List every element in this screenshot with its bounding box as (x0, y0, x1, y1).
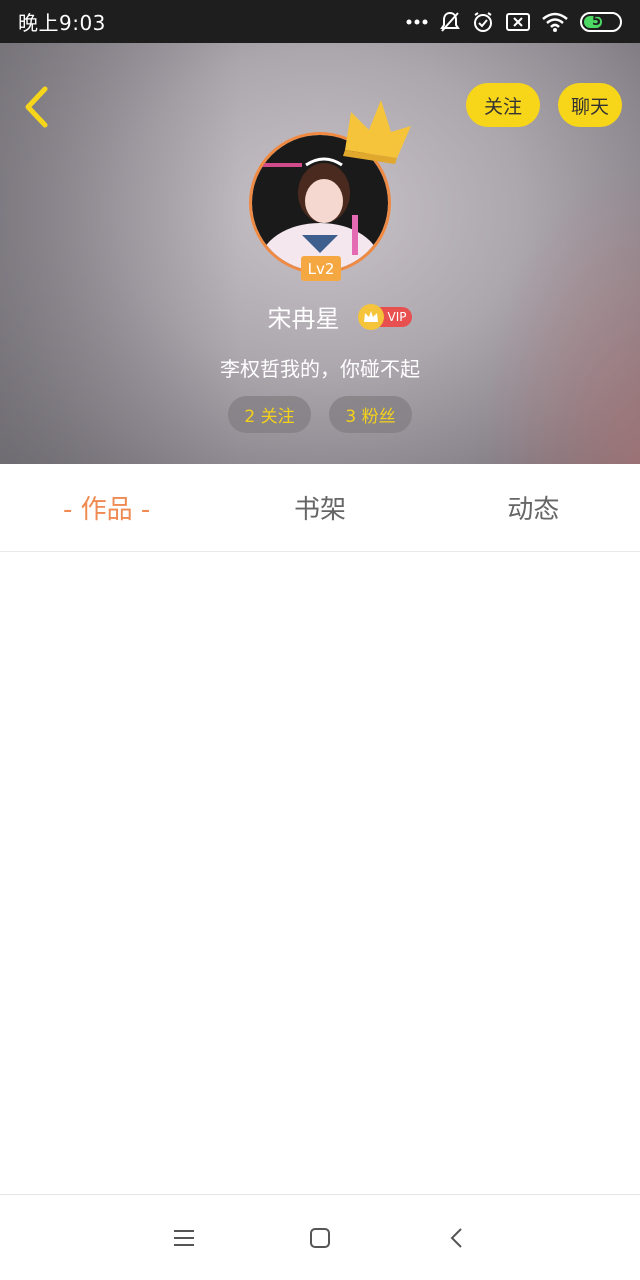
tab-works[interactable]: - 作品 - (0, 464, 213, 551)
tab-bookshelf[interactable]: 书架 (213, 464, 426, 551)
user-bio: 李权哲我的，你碰不起 (220, 357, 420, 381)
fans-count-button[interactable]: 3 粉丝 (329, 396, 412, 433)
system-back-button[interactable] (434, 1216, 478, 1260)
name-row: 宋冉星 VIP (0, 299, 640, 334)
wifi-icon (542, 12, 568, 32)
profile-header: 关注 聊天 Lv2 宋冉星 VIP 李权哲我的，你碰不起 2 关注 3 粉丝 (0, 43, 640, 464)
status-time: 晚上9:03 (18, 11, 106, 35)
alarm-icon (472, 11, 494, 33)
bell-muted-icon (440, 11, 460, 33)
status-icons: 52 (406, 11, 622, 33)
menu-icon (174, 1229, 194, 1246)
user-name: 宋冉星 (267, 305, 340, 333)
back-button[interactable] (14, 83, 58, 131)
works-content (0, 553, 640, 1194)
stats-row: 2 关注 3 粉丝 (0, 396, 640, 433)
tab-activity[interactable]: 动态 (427, 464, 640, 551)
vip-crown-icon (357, 303, 384, 330)
follow-button[interactable]: 关注 (466, 83, 540, 127)
battery-icon: 52 (580, 11, 622, 32)
status-bar: 晚上9:03 52 (0, 0, 640, 43)
more-dots-icon (406, 18, 428, 26)
profile-tabs: - 作品 - 书架 动态 (0, 464, 640, 552)
system-nav-bar (0, 1194, 640, 1280)
avatar-container: Lv2 (249, 100, 411, 281)
menu-button[interactable] (162, 1216, 206, 1260)
battery-level: 52 (591, 14, 611, 29)
following-count-button[interactable]: 2 关注 (228, 396, 311, 433)
no-sim-icon (506, 12, 530, 31)
home-square-icon (310, 1227, 330, 1248)
vip-badge: VIP (357, 303, 413, 330)
level-badge: Lv2 (301, 256, 341, 281)
chevron-left-icon (25, 86, 48, 128)
home-button[interactable] (298, 1216, 342, 1260)
crown-icon (343, 100, 411, 164)
chat-button[interactable]: 聊天 (558, 83, 622, 127)
back-arrow-icon (450, 1227, 462, 1248)
